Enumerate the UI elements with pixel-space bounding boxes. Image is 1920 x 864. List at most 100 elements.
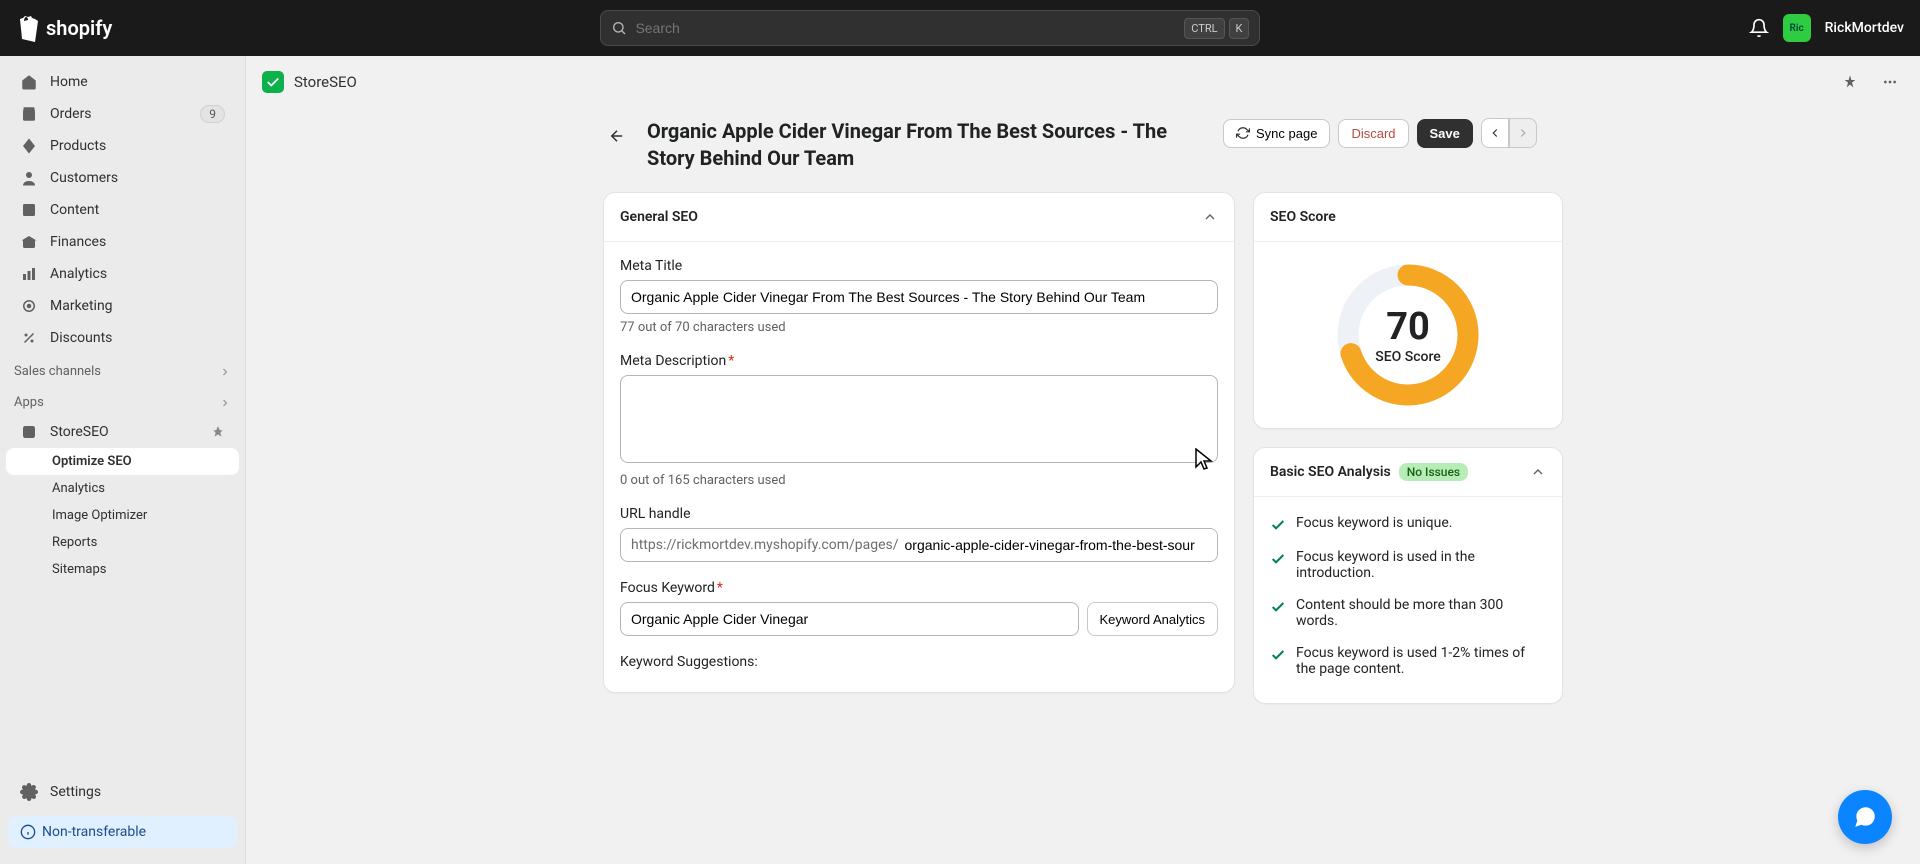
sidebar-app-storeseo[interactable]: StoreSEO xyxy=(6,416,239,448)
content: Organic Apple Cider Vinegar From The Bes… xyxy=(583,108,1583,744)
sidebar-item-orders[interactable]: Orders9 xyxy=(6,98,239,130)
seo-score-label: SEO Score xyxy=(1375,349,1441,365)
pin-app-button[interactable] xyxy=(1836,68,1864,96)
check-icon xyxy=(1270,647,1286,663)
check-icon xyxy=(1270,551,1286,567)
check-icon xyxy=(1270,517,1286,533)
general-seo-card: General SEO Meta Title 77 out of 70 char… xyxy=(603,192,1235,693)
sidebar-item-settings[interactable]: Settings xyxy=(6,776,239,808)
sidebar-item-label: Home xyxy=(50,74,88,90)
app-header: StoreSEO xyxy=(246,56,1920,108)
chevron-right-icon xyxy=(1516,126,1530,140)
subnav-analytics[interactable]: Analytics xyxy=(6,475,239,502)
meta-description-helper: 0 out of 165 characters used xyxy=(620,473,1218,488)
section-sales-channels[interactable]: Sales channels xyxy=(0,354,245,385)
url-prefix: https://rickmortdev.myshopify.com/pages/ xyxy=(621,529,905,561)
sync-icon xyxy=(1236,126,1250,140)
meta-title-label: Meta Title xyxy=(620,258,1218,274)
url-handle-label: URL handle xyxy=(620,506,1218,522)
sidebar-item-customers[interactable]: Customers xyxy=(6,162,239,194)
main: StoreSEO Organic Apple Cider Vinegar Fro… xyxy=(246,56,1920,864)
app-icon xyxy=(262,71,284,93)
status-badge: No Issues xyxy=(1399,463,1468,481)
chevron-right-icon xyxy=(219,397,231,409)
card-header[interactable]: General SEO xyxy=(604,193,1234,242)
page-actions: Sync page Discard Save xyxy=(1223,118,1537,148)
save-button[interactable]: Save xyxy=(1417,119,1473,148)
discard-button[interactable]: Discard xyxy=(1338,119,1408,148)
brand-text: shopify xyxy=(46,16,112,40)
page-nav xyxy=(1481,118,1537,148)
sidebar-item-products[interactable]: Products xyxy=(6,130,239,162)
check-icon xyxy=(1270,599,1286,615)
chat-fab[interactable] xyxy=(1838,790,1892,844)
analysis-item: Content should be more than 300 words. xyxy=(1270,589,1546,637)
info-icon xyxy=(20,824,36,840)
username[interactable]: RickMortdev xyxy=(1825,20,1904,36)
sidebar-item-home[interactable]: Home xyxy=(6,66,239,98)
sidebar-item-content[interactable]: Content xyxy=(6,194,239,226)
required-marker: * xyxy=(717,580,723,596)
meta-title-input[interactable] xyxy=(620,280,1218,314)
arrow-left-icon xyxy=(608,127,626,145)
keyword-suggestions-label: Keyword Suggestions: xyxy=(620,654,1218,670)
card-header: SEO Score xyxy=(1254,193,1562,242)
search-container: CTRL K xyxy=(128,10,1732,46)
next-page-button[interactable] xyxy=(1509,118,1537,148)
meta-description-input[interactable] xyxy=(620,375,1218,463)
search-box[interactable]: CTRL K xyxy=(600,10,1260,46)
card-header[interactable]: Basic SEO AnalysisNo Issues xyxy=(1254,448,1562,497)
sidebar-item-analytics[interactable]: Analytics xyxy=(6,258,239,290)
back-button[interactable] xyxy=(603,122,631,150)
app-name: StoreSEO xyxy=(294,73,357,91)
basic-seo-analysis-card: Basic SEO AnalysisNo Issues Focus keywor… xyxy=(1253,447,1563,704)
chat-icon xyxy=(1852,804,1878,830)
meta-title-helper: 77 out of 70 characters used xyxy=(620,320,1218,335)
chevron-up-icon xyxy=(1530,464,1546,480)
analysis-item: Focus keyword is used 1-2% times of the … xyxy=(1270,637,1546,685)
sidebar-item-discounts[interactable]: Discounts xyxy=(6,322,239,354)
notifications-icon[interactable] xyxy=(1749,18,1769,38)
focus-keyword-input[interactable] xyxy=(620,602,1079,636)
sidebar-item-finances[interactable]: Finances xyxy=(6,226,239,258)
subnav-sitemaps[interactable]: Sitemaps xyxy=(6,556,239,583)
url-handle-field[interactable]: https://rickmortdev.myshopify.com/pages/ xyxy=(620,528,1218,562)
sidebar-item-label: Discounts xyxy=(50,330,112,346)
sidebar-item-label: Customers xyxy=(50,170,118,186)
sidebar-item-label: Analytics xyxy=(50,266,107,282)
chevron-up-icon xyxy=(1202,209,1218,225)
subnav-image-optimizer[interactable]: Image Optimizer xyxy=(6,502,239,529)
sidebar-item-label: Orders xyxy=(50,106,92,122)
analysis-item: Focus keyword is used in the introductio… xyxy=(1270,541,1546,589)
subnav-reports[interactable]: Reports xyxy=(6,529,239,556)
more-menu-button[interactable] xyxy=(1876,68,1904,96)
search-input[interactable] xyxy=(635,20,1176,36)
chevron-right-icon xyxy=(219,366,231,378)
focus-keyword-label: Focus Keyword* xyxy=(620,580,1218,596)
shopify-logo[interactable]: shopify xyxy=(16,14,112,42)
keyword-analytics-button[interactable]: Keyword Analytics xyxy=(1087,602,1219,636)
sidebar-item-label: Marketing xyxy=(50,298,113,314)
kbd-k: K xyxy=(1229,18,1250,39)
chevron-left-icon xyxy=(1488,126,1502,140)
prev-page-button[interactable] xyxy=(1481,118,1509,148)
topbar-right: Ric RickMortdev xyxy=(1749,14,1904,42)
sidebar-item-label: StoreSEO xyxy=(50,424,109,440)
required-marker: * xyxy=(728,353,734,369)
sidebar-item-marketing[interactable]: Marketing xyxy=(6,290,239,322)
analysis-item: Focus keyword is unique. xyxy=(1270,507,1546,541)
topbar: shopify CTRL K Ric RickMortdev xyxy=(0,0,1920,56)
pin-icon[interactable] xyxy=(211,425,225,439)
seo-score-value: 70 xyxy=(1386,305,1430,349)
sync-page-button[interactable]: Sync page xyxy=(1223,119,1330,148)
seo-score-donut: 70 SEO Score xyxy=(1333,260,1483,410)
avatar[interactable]: Ric xyxy=(1783,14,1811,42)
subnav-optimize-seo[interactable]: Optimize SEO xyxy=(6,448,239,475)
meta-description-label: Meta Description* xyxy=(620,353,1218,369)
section-apps[interactable]: Apps xyxy=(0,385,245,416)
sidebar-item-label: Settings xyxy=(50,784,101,800)
search-icon xyxy=(611,20,627,36)
sidebar-item-label: Products xyxy=(50,138,106,154)
non-transferable-badge[interactable]: Non-transferable xyxy=(8,816,237,848)
url-handle-input[interactable] xyxy=(905,529,1217,561)
